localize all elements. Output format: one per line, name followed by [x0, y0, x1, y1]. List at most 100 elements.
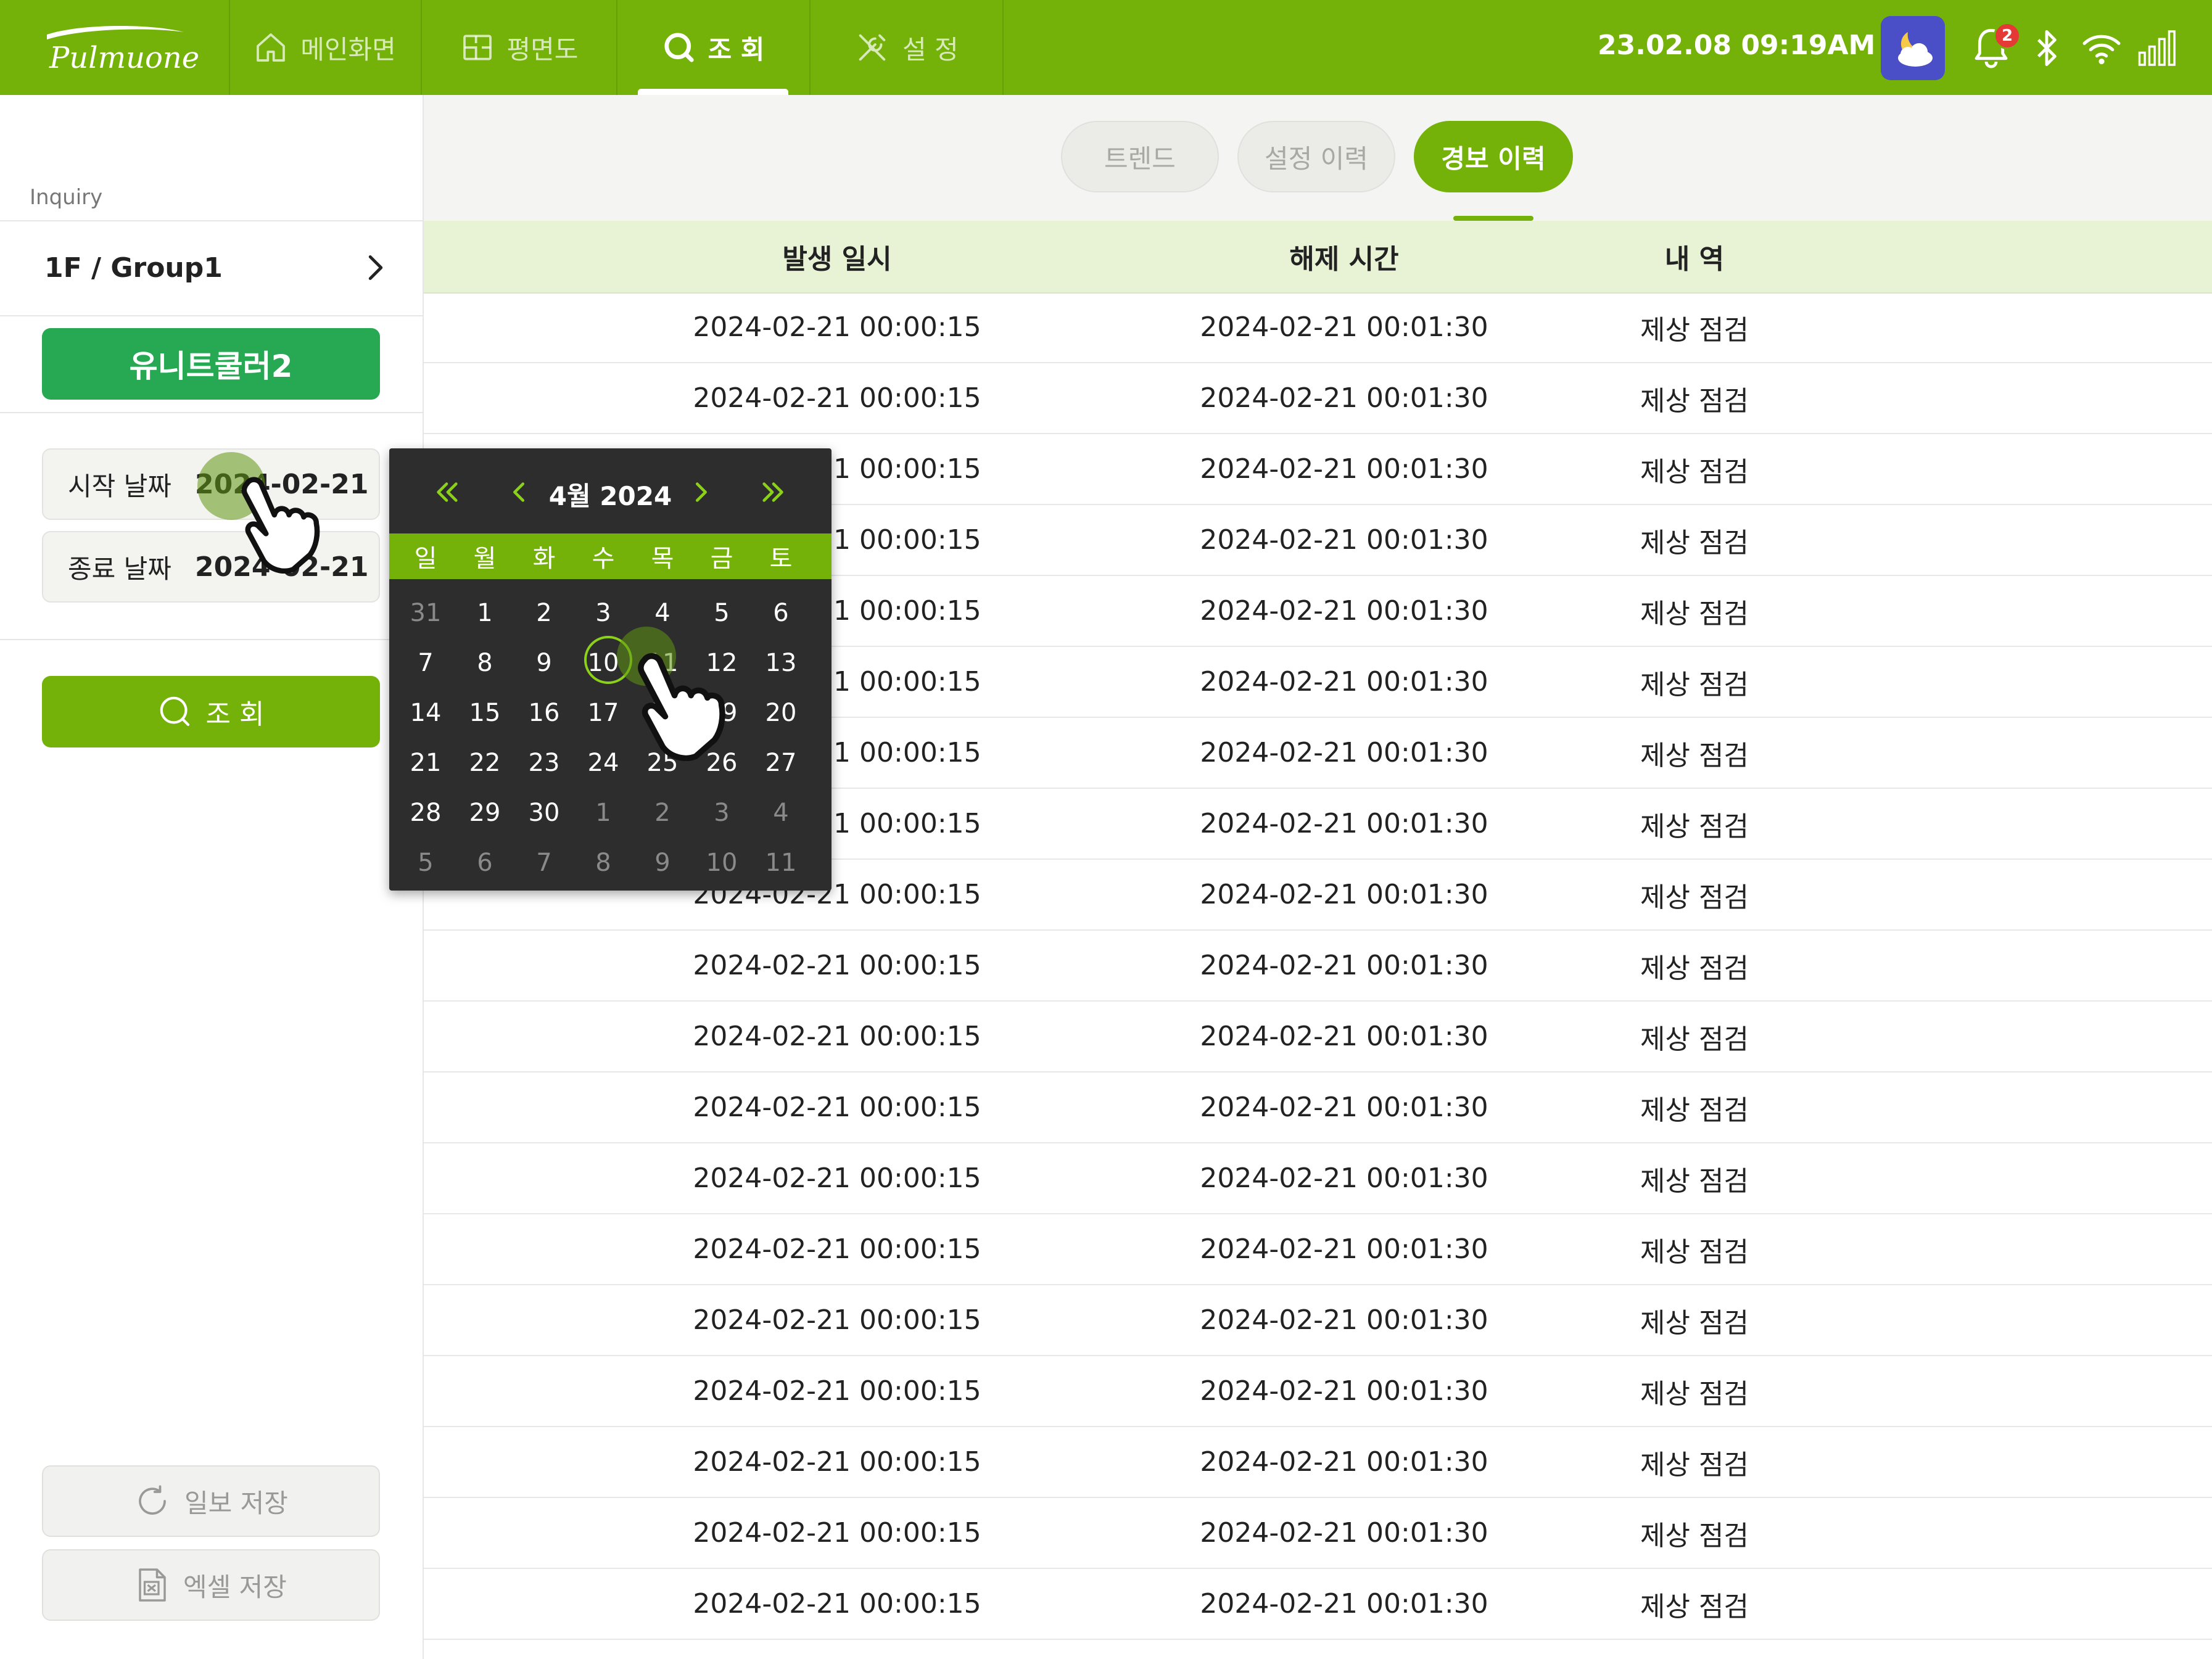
cleared-cell: 2024-02-21 00:01:30: [1200, 1233, 1488, 1265]
calendar-day[interactable]: 9: [633, 838, 692, 887]
chevron-right-icon: [368, 255, 383, 281]
next-year-icon[interactable]: [759, 478, 788, 506]
tab-main[interactable]: 메인화면: [229, 0, 422, 95]
calendar-day[interactable]: 1: [574, 788, 633, 838]
calendar-day[interactable]: 15: [455, 688, 514, 738]
brand-logo[interactable]: Pulmuone: [0, 0, 230, 95]
table-row[interactable]: 2024-02-21 00:00:15 2024-02-21 00:01:30 제상…: [424, 1143, 2212, 1214]
table-row[interactable]: 2024-02-21 00:00:15 2024-02-21 00:01:30 제상…: [424, 1072, 2212, 1143]
tab-settings[interactable]: 설 정: [811, 0, 1004, 95]
details-cell: 제상 점검: [1640, 739, 1749, 772]
tab-inquiry[interactable]: 조 회: [617, 0, 811, 95]
calendar-day[interactable]: 2: [633, 788, 692, 838]
occurred-cell: 2024-02-21 00:00:15: [693, 1304, 981, 1336]
daily-save-button[interactable]: 일보 저장: [42, 1465, 380, 1537]
next-month-icon[interactable]: [687, 478, 715, 506]
tab-alarm-history[interactable]: 경보 이력: [1414, 121, 1573, 192]
calendar-day[interactable]: 6: [751, 588, 811, 638]
cleared-cell: 2024-02-21 00:01:30: [1200, 453, 1488, 485]
calendar-day[interactable]: 4: [751, 788, 811, 838]
cleared-cell: 2024-02-21 00:01:30: [1200, 1163, 1488, 1194]
excel-save-button[interactable]: 엑셀 저장: [42, 1549, 380, 1621]
details-cell: 제상 점검: [1640, 385, 1749, 417]
tab-main-label: 메인화면: [300, 34, 396, 65]
active-tab-indicator: [638, 89, 788, 95]
occurred-cell: 2024-02-21 00:00:15: [693, 1233, 981, 1265]
calendar-day[interactable]: 31: [396, 588, 455, 638]
calendar-day[interactable]: 20: [751, 688, 811, 738]
daily-save-label: 일보 저장: [184, 1488, 288, 1518]
weekday-label: 토: [769, 545, 793, 573]
weekday-label: 화: [532, 545, 556, 573]
calendar-day[interactable]: 29: [455, 788, 514, 838]
calendar-day[interactable]: 27: [751, 738, 811, 788]
calendar-day[interactable]: 9: [514, 638, 574, 688]
table-row[interactable]: 2024-02-21 00:00:15 2024-02-21 00:01:30 제상…: [424, 1285, 2212, 1356]
table-row[interactable]: 2024-02-21 00:00:15 2024-02-21 00:01:30 제상…: [424, 1214, 2212, 1285]
weekday-label: 월: [473, 545, 497, 573]
calendar-day[interactable]: 3: [692, 788, 751, 838]
tab-trend[interactable]: 트렌드: [1061, 121, 1219, 192]
table-row[interactable]: 2024-02-21 00:00:15 2024-02-21 00:01:30 제상…: [424, 1569, 2212, 1640]
occurred-cell: 2024-02-21 00:00:15: [693, 1021, 981, 1052]
table-row[interactable]: 2024-02-21 00:00:15 2024-02-21 00:01:30 제상…: [424, 292, 2212, 363]
calendar-day[interactable]: 16: [514, 688, 574, 738]
weather-button[interactable]: [1881, 16, 1945, 80]
calendar-day[interactable]: 30: [514, 788, 574, 838]
calendar-day[interactable]: 5: [692, 588, 751, 638]
details-cell: 제상 점검: [1640, 1094, 1749, 1126]
top-bar: Pulmuone 메인화면 평면도 조 회 설 정 23.02.08 09:19…: [0, 0, 2212, 95]
moon-cloud-icon: [1898, 32, 1933, 67]
table-row[interactable]: 2024-02-21 00:00:15 2024-02-21 00:01:30 제상…: [424, 1356, 2212, 1427]
table-header: 발생 일시 해제 시간 내 역: [424, 221, 2212, 294]
tab-settings-history[interactable]: 설정 이력: [1237, 121, 1395, 192]
calendar-day[interactable]: 7: [514, 838, 574, 887]
date-picker-popup: 4월 2024 일월화수목금토 311234567891011121314151…: [389, 448, 832, 891]
table-row[interactable]: 2024-02-21 00:00:15 2024-02-21 00:01:30 제상…: [424, 931, 2212, 1002]
cleared-cell: 2024-02-21 00:01:30: [1200, 1375, 1488, 1407]
tab-floorplan[interactable]: 평면도: [422, 0, 617, 95]
calendar-day[interactable]: 8: [574, 838, 633, 887]
details-cell: 제상 점검: [1640, 952, 1749, 984]
search-icon: [664, 33, 694, 62]
cleared-cell: 2024-02-21 00:01:30: [1200, 1446, 1488, 1478]
cleared-cell: 2024-02-21 00:01:30: [1200, 737, 1488, 768]
logo-text: Pulmuone: [49, 41, 200, 75]
calendar-day[interactable]: 13: [751, 638, 811, 688]
calendar-day[interactable]: 10: [692, 838, 751, 887]
calendar-day[interactable]: 14: [396, 688, 455, 738]
cleared-cell: 2024-02-21 00:01:30: [1200, 382, 1488, 414]
search-button[interactable]: 조 회: [42, 676, 380, 747]
details-cell: 제상 점검: [1640, 456, 1749, 488]
group-selector[interactable]: 1F / Group1: [0, 221, 423, 314]
calendar-day[interactable]: 11: [751, 838, 811, 887]
details-cell: 제상 점검: [1640, 1165, 1749, 1197]
unit-cooler-button[interactable]: 유니트쿨러2: [42, 328, 380, 400]
calendar-day[interactable]: 22: [455, 738, 514, 788]
calendar-day[interactable]: 28: [396, 788, 455, 838]
calendar-day[interactable]: 8: [455, 638, 514, 688]
table-row[interactable]: 2024-02-21 00:00:15 2024-02-21 00:01:30 제상…: [424, 1002, 2212, 1072]
weekday-label: 목: [651, 545, 674, 573]
bluetooth-icon[interactable]: [2033, 28, 2060, 68]
calendar-day[interactable]: 6: [455, 838, 514, 887]
calendar-day[interactable]: 21: [396, 738, 455, 788]
table-row[interactable]: 2024-02-21 00:00:15 2024-02-21 00:01:30 제상…: [424, 1427, 2212, 1498]
calendar-day[interactable]: 2: [514, 588, 574, 638]
floorplan-icon: [463, 35, 492, 60]
details-cell: 제상 점검: [1640, 1378, 1749, 1410]
table-row[interactable]: 2024-02-21 00:00:15 2024-02-21 00:01:30 제상…: [424, 363, 2212, 434]
wifi-icon[interactable]: [2081, 31, 2122, 65]
calendar-day[interactable]: 1: [455, 588, 514, 638]
cleared-cell: 2024-02-21 00:01:30: [1200, 950, 1488, 981]
search-icon: [160, 696, 189, 727]
table-row[interactable]: 2024-02-21 00:00:15 2024-02-21 00:01:30 제상…: [424, 1498, 2212, 1569]
active-subtab-indicator: [1453, 216, 1533, 221]
calendar-day[interactable]: 23: [514, 738, 574, 788]
occurred-cell: 2024-02-21 00:00:15: [693, 950, 981, 981]
calendar-day[interactable]: 5: [396, 838, 455, 887]
sidebar: Inquiry 1F / Group1 유니트쿨러2 시작 날짜 2024-02…: [0, 95, 424, 1659]
calendar-day[interactable]: 7: [396, 638, 455, 688]
start-date-label: 시작 날짜: [68, 471, 171, 501]
calendar-day[interactable]: 3: [574, 588, 633, 638]
